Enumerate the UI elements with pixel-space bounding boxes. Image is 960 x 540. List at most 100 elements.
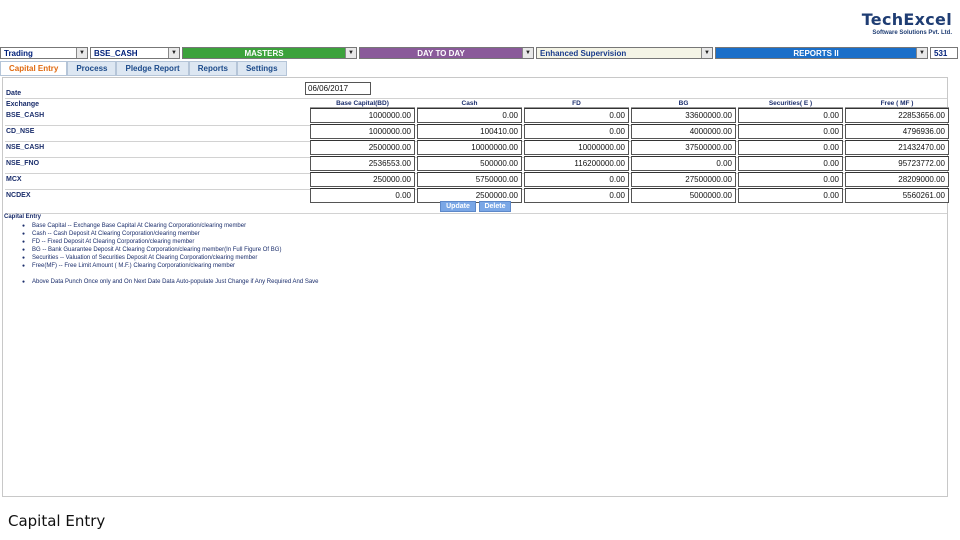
reports-menu[interactable]: REPORTS II ▼ — [715, 47, 928, 59]
brand-tagline: Software Solutions Pvt. Ltd. — [872, 30, 952, 36]
securities-input[interactable]: 0.00 — [738, 124, 843, 139]
exchange-name: NSE_CASH — [6, 144, 45, 151]
table-row: NCDEX 0.00 2500000.00 0.00 5000000.00 0.… — [5, 188, 949, 203]
fd-input[interactable]: 116200000.00 — [524, 156, 629, 171]
securities-input[interactable]: 0.00 — [738, 156, 843, 171]
list-item: FD -- Fixed Deposit At Clearing Corporat… — [4, 238, 944, 246]
free-mf-input[interactable]: 5560261.00 — [845, 188, 949, 203]
list-item: Free(MF) -- Free Limit Amount ( M.F.) Cl… — [4, 262, 944, 270]
masters-menu[interactable]: MASTERS ▼ — [182, 47, 357, 59]
base-capital-input[interactable]: 1000000.00 — [310, 124, 415, 139]
brand-logo: TechExcel Software Solutions Pvt. Ltd. — [832, 10, 952, 36]
day-to-day-menu-label: DAY TO DAY — [417, 48, 465, 58]
base-capital-input[interactable]: 2500000.00 — [310, 140, 415, 155]
extra-select[interactable]: 531 — [930, 47, 958, 59]
table-header: Exchange Base Capital(BD) Cash FD BG Sec… — [5, 98, 949, 108]
masters-menu-label: MASTERS — [244, 48, 284, 58]
fd-input[interactable]: 10000000.00 — [524, 140, 629, 155]
base-capital-input[interactable]: 2536553.00 — [310, 156, 415, 171]
securities-input[interactable]: 0.00 — [738, 140, 843, 155]
brand-name: TechExcel — [861, 10, 952, 29]
chevron-down-icon[interactable]: ▼ — [522, 48, 533, 58]
col-header-securities: Securities( E ) — [738, 98, 843, 108]
securities-input[interactable]: 0.00 — [738, 172, 843, 187]
segment-select-label: BSE_CASH — [94, 48, 138, 58]
trading-select-label: Trading — [4, 48, 33, 58]
bg-input[interactable]: 4000000.00 — [631, 124, 736, 139]
tab-settings[interactable]: Settings — [236, 61, 287, 76]
list-item: Cash -- Cash Deposit At Clearing Corpora… — [4, 230, 944, 238]
tab-reports[interactable]: Reports — [188, 61, 237, 76]
fd-input[interactable]: 0.00 — [524, 188, 629, 203]
bg-input[interactable]: 37500000.00 — [631, 140, 736, 155]
list-item: Base Capital -- Exchange Base Capital At… — [4, 222, 944, 230]
cash-input[interactable]: 100410.00 — [417, 124, 522, 139]
fd-input[interactable]: 0.00 — [524, 124, 629, 139]
table-row: CD_NSE 1000000.00 100410.00 0.00 4000000… — [5, 124, 949, 139]
bg-input[interactable]: 5000000.00 — [631, 188, 736, 203]
exchange-header: Exchange — [6, 101, 40, 108]
free-mf-input[interactable]: 28209000.00 — [845, 172, 949, 187]
list-item: Above Data Punch Once only and On Next D… — [4, 278, 944, 286]
delete-button[interactable]: Delete — [479, 201, 511, 212]
cash-input[interactable]: 10000000.00 — [417, 140, 522, 155]
notes-list: Base Capital -- Exchange Base Capital At… — [4, 222, 944, 286]
bg-input[interactable]: 0.00 — [631, 156, 736, 171]
tab-pledge-report[interactable]: Pledge Report — [116, 61, 189, 76]
chevron-down-icon[interactable]: ▼ — [345, 48, 356, 58]
notes-title: Capital Entry — [4, 214, 42, 220]
reports-menu-label: REPORTS II — [793, 48, 839, 58]
base-capital-input[interactable]: 1000000.00 — [310, 108, 415, 123]
list-item: BG -- Bank Guarantee Deposit At Clearing… — [4, 246, 944, 254]
segment-select[interactable]: BSE_CASH ▼ — [90, 47, 180, 59]
free-mf-input[interactable]: 4796936.00 — [845, 124, 949, 139]
exchange-name: CD_NSE — [6, 128, 35, 135]
free-mf-input[interactable]: 95723772.00 — [845, 156, 949, 171]
list-item: Securities -- Valuation of Securities De… — [4, 254, 944, 262]
table-row: BSE_CASH 1000000.00 0.00 0.00 33600000.0… — [5, 108, 949, 123]
free-mf-input[interactable]: 21432470.00 — [845, 140, 949, 155]
chevron-down-icon[interactable]: ▼ — [701, 48, 712, 58]
col-header-bg: BG — [631, 98, 736, 108]
chevron-down-icon[interactable]: ▼ — [76, 48, 87, 58]
exchange-name: MCX — [6, 176, 22, 183]
table-row: MCX 250000.00 5750000.00 0.00 27500000.0… — [5, 172, 949, 187]
securities-input[interactable]: 0.00 — [738, 188, 843, 203]
chevron-down-icon[interactable]: ▼ — [916, 48, 927, 58]
tab-bar: Capital Entry Process Pledge Report Repo… — [0, 61, 287, 76]
fd-input[interactable]: 0.00 — [524, 172, 629, 187]
tab-capital-entry[interactable]: Capital Entry — [0, 61, 68, 76]
securities-input[interactable]: 0.00 — [738, 108, 843, 123]
exchange-name: BSE_CASH — [6, 112, 45, 119]
update-button[interactable]: Update — [440, 201, 476, 212]
bg-input[interactable]: 33600000.00 — [631, 108, 736, 123]
cash-input[interactable]: 5750000.00 — [417, 172, 522, 187]
col-header-fd: FD — [524, 98, 629, 108]
base-capital-input[interactable]: 250000.00 — [310, 172, 415, 187]
trading-select[interactable]: Trading ▼ — [0, 47, 88, 59]
date-input[interactable]: 06/06/2017 — [305, 82, 371, 95]
table-row: NSE_CASH 2500000.00 10000000.00 10000000… — [5, 140, 949, 155]
menu-bar: Trading ▼ BSE_CASH ▼ MASTERS ▼ DAY TO DA… — [0, 47, 960, 59]
exchange-name: NCDEX — [6, 192, 31, 199]
enhanced-supervision-menu[interactable]: Enhanced Supervision ▼ — [536, 47, 713, 59]
col-header-base-capital: Base Capital(BD) — [310, 98, 415, 108]
chevron-down-icon[interactable]: ▼ — [168, 48, 179, 58]
tab-process[interactable]: Process — [67, 61, 117, 76]
cash-input[interactable]: 500000.00 — [417, 156, 522, 171]
cash-input[interactable]: 0.00 — [417, 108, 522, 123]
capital-entry-panel: Date Exchange Base Capital(BD) Cash FD B… — [2, 77, 949, 497]
slide-caption: Capital Entry — [8, 512, 106, 530]
col-header-cash: Cash — [417, 98, 522, 108]
capital-entry-notes: Capital Entry Base Capital -- Exchange B… — [4, 214, 944, 286]
exchange-name: NSE_FNO — [6, 160, 40, 167]
free-mf-input[interactable]: 22853656.00 — [845, 108, 949, 123]
table-row: NSE_FNO 2536553.00 500000.00 116200000.0… — [5, 156, 949, 171]
col-header-free-mf: Free ( MF ) — [845, 98, 949, 108]
enhanced-supervision-menu-label: Enhanced Supervision — [540, 48, 627, 58]
extra-select-label: 531 — [934, 48, 948, 58]
day-to-day-menu[interactable]: DAY TO DAY ▼ — [359, 47, 534, 59]
fd-input[interactable]: 0.00 — [524, 108, 629, 123]
base-capital-input[interactable]: 0.00 — [310, 188, 415, 203]
bg-input[interactable]: 27500000.00 — [631, 172, 736, 187]
